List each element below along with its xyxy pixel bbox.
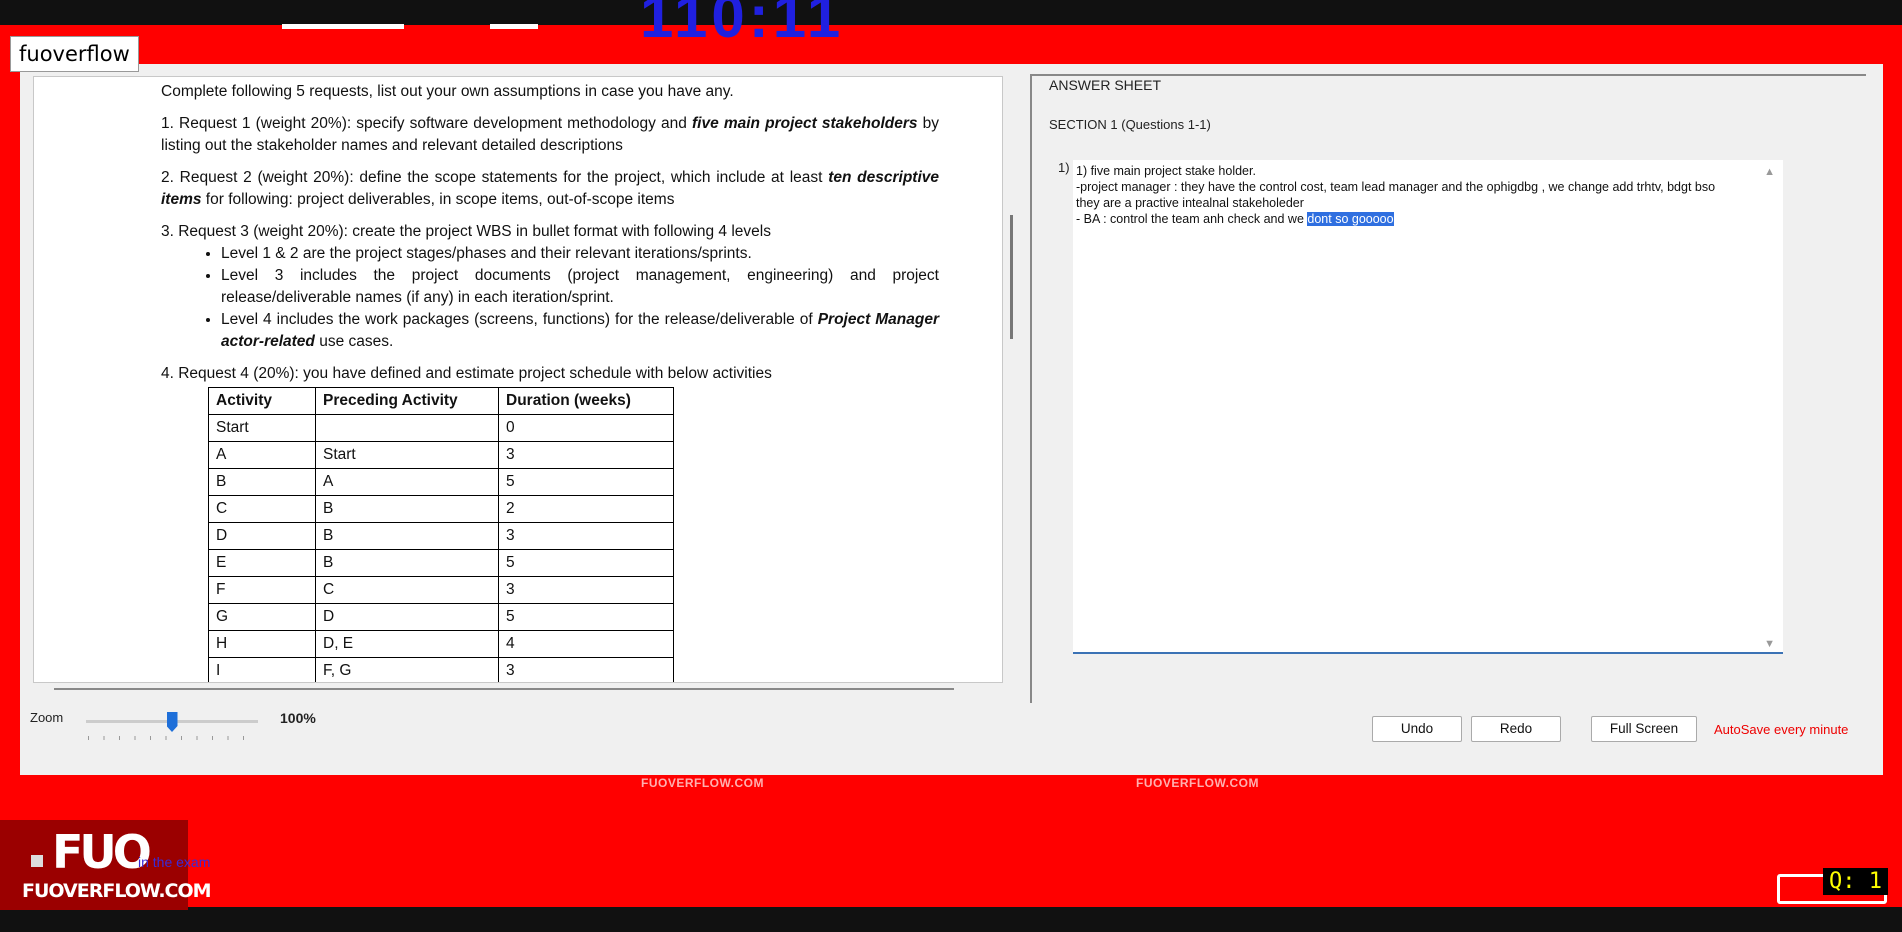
table-header-cell: Duration (weeks) bbox=[498, 387, 674, 415]
question-panel[interactable]: Complete following 5 requests, list out … bbox=[33, 76, 1003, 683]
redo-button[interactable]: Redo bbox=[1471, 716, 1561, 742]
bullet-3-text: Level 4 includes the work packages (scre… bbox=[221, 311, 818, 328]
zoom-value: 100% bbox=[280, 710, 316, 726]
table-cell bbox=[315, 414, 499, 442]
table-cell: Start bbox=[208, 414, 316, 442]
request-1-text: 1. Request 1 (weight 20%): specify softw… bbox=[161, 115, 692, 132]
table-cell: 5 bbox=[498, 549, 674, 577]
answer-text-main: 1) five main project stake holder. -proj… bbox=[1076, 164, 1716, 226]
table-cell: 4 bbox=[498, 630, 674, 658]
answer-text-selection: dont so gooooo bbox=[1307, 212, 1394, 226]
table-cell: C bbox=[208, 495, 316, 523]
table-cell: 3 bbox=[498, 657, 674, 682]
table-cell: F bbox=[208, 576, 316, 604]
table-row: I F, G3 bbox=[208, 657, 674, 682]
question-badge: Q: 1 bbox=[1823, 868, 1888, 895]
table-row: EB5 bbox=[208, 549, 674, 577]
scroll-down-icon[interactable]: ▼ bbox=[1764, 638, 1775, 650]
full-screen-button[interactable]: Full Screen bbox=[1591, 716, 1697, 742]
request-3-bullet-3: Level 4 includes the work packages (scre… bbox=[221, 309, 939, 353]
table-cell: E bbox=[208, 549, 316, 577]
fuo-logo: FUO bbox=[52, 825, 152, 879]
table-header-row: Activity Preceding Activity Duration (we… bbox=[208, 387, 674, 415]
table-row: CB2 bbox=[208, 495, 674, 523]
table-row: A Start 3 bbox=[208, 441, 674, 469]
table-row: H D, E4 bbox=[208, 630, 674, 658]
question-content: Complete following 5 requests, list out … bbox=[161, 81, 939, 682]
answer-text[interactable]: 1) five main project stake holder. -proj… bbox=[1076, 163, 1756, 227]
fuo-logo-site: FUOVERFLOW.COM bbox=[22, 880, 212, 902]
table-cell: Start bbox=[315, 441, 499, 469]
table-cell: 2 bbox=[498, 495, 674, 523]
table-cell: I bbox=[208, 657, 316, 682]
table-cell: 0 bbox=[498, 414, 674, 442]
request-3-bullet-2: Level 3 includes the project documents (… bbox=[221, 265, 939, 309]
table-cell: 5 bbox=[498, 468, 674, 496]
question-scrollbar[interactable] bbox=[1010, 215, 1013, 339]
request-3-bullet-1: Level 1 & 2 are the project stages/phase… bbox=[221, 243, 939, 265]
table-cell: D bbox=[315, 603, 499, 631]
request-3-list: Level 1 & 2 are the project stages/phase… bbox=[161, 243, 939, 353]
fuoverflow-label: fuoverflow bbox=[10, 36, 139, 72]
table-header-cell: Preceding Activity bbox=[315, 387, 499, 415]
table-row: Start 0 bbox=[208, 414, 674, 442]
table-row: GD5 bbox=[208, 603, 674, 631]
top-bar-segment bbox=[490, 24, 538, 29]
request-2-text: 2. Request 2 (weight 20%): define the sc… bbox=[161, 169, 829, 186]
table-cell: 3 bbox=[498, 441, 674, 469]
table-cell: 3 bbox=[498, 522, 674, 550]
answer-sheet-title: ANSWER SHEET bbox=[1049, 77, 1162, 93]
request-4: 4. Request 4 (20%): you have defined and… bbox=[161, 365, 772, 382]
watermark-text: FUOVERFLOW.COM bbox=[1136, 776, 1259, 790]
table-cell: 3 bbox=[498, 576, 674, 604]
logo-square-icon bbox=[31, 855, 43, 867]
answer-question-number: 1) bbox=[1058, 160, 1070, 175]
question-intro: Complete following 5 requests, list out … bbox=[161, 83, 734, 100]
table-cell: B bbox=[315, 522, 499, 550]
table-cell: D bbox=[208, 522, 316, 550]
watermark-text: FUOVERFLOW.COM bbox=[641, 776, 764, 790]
activity-table: Activity Preceding Activity Duration (we… bbox=[208, 387, 674, 682]
table-cell: G bbox=[208, 603, 316, 631]
table-cell: B bbox=[315, 549, 499, 577]
request-2-text-end: for following: project deliverables, in … bbox=[201, 191, 675, 208]
table-cell: A bbox=[315, 468, 499, 496]
exam-timer: 110:11 bbox=[640, 0, 845, 50]
scroll-up-icon[interactable]: ▲ bbox=[1764, 166, 1775, 178]
undo-button[interactable]: Undo bbox=[1372, 716, 1462, 742]
table-row: DB3 bbox=[208, 522, 674, 550]
table-row: FC3 bbox=[208, 576, 674, 604]
autosave-notice: AutoSave every minute bbox=[1714, 722, 1849, 737]
table-cell: C bbox=[315, 576, 499, 604]
table-header-cell: Activity bbox=[208, 387, 316, 415]
table-cell: B bbox=[208, 468, 316, 496]
table-cell: A bbox=[208, 441, 316, 469]
request-3: 3. Request 3 (weight 20%): create the pr… bbox=[161, 223, 771, 240]
top-bar-segment bbox=[282, 24, 404, 29]
request-2: 2. Request 2 (weight 20%): define the sc… bbox=[161, 167, 939, 211]
table-cell: D, E bbox=[315, 630, 499, 658]
table-cell: B bbox=[315, 495, 499, 523]
answer-textbox[interactable]: 1) five main project stake holder. -proj… bbox=[1073, 160, 1783, 654]
logo-caption: in the exam bbox=[138, 854, 211, 870]
bullet-3-text-end: use cases. bbox=[314, 333, 394, 350]
table-cell: F, G bbox=[315, 657, 499, 682]
request-1: 1. Request 1 (weight 20%): specify softw… bbox=[161, 113, 939, 157]
zoom-label: Zoom bbox=[30, 710, 64, 725]
table-row: BA5 bbox=[208, 468, 674, 496]
question-hscrollbar[interactable] bbox=[54, 688, 954, 690]
table-cell: 5 bbox=[498, 603, 674, 631]
answer-section-title: SECTION 1 (Questions 1-1) bbox=[1049, 117, 1211, 132]
request-1-emphasis: five main project stakeholders bbox=[692, 115, 918, 132]
table-cell: H bbox=[208, 630, 316, 658]
zoom-slider-ticks bbox=[88, 736, 258, 740]
